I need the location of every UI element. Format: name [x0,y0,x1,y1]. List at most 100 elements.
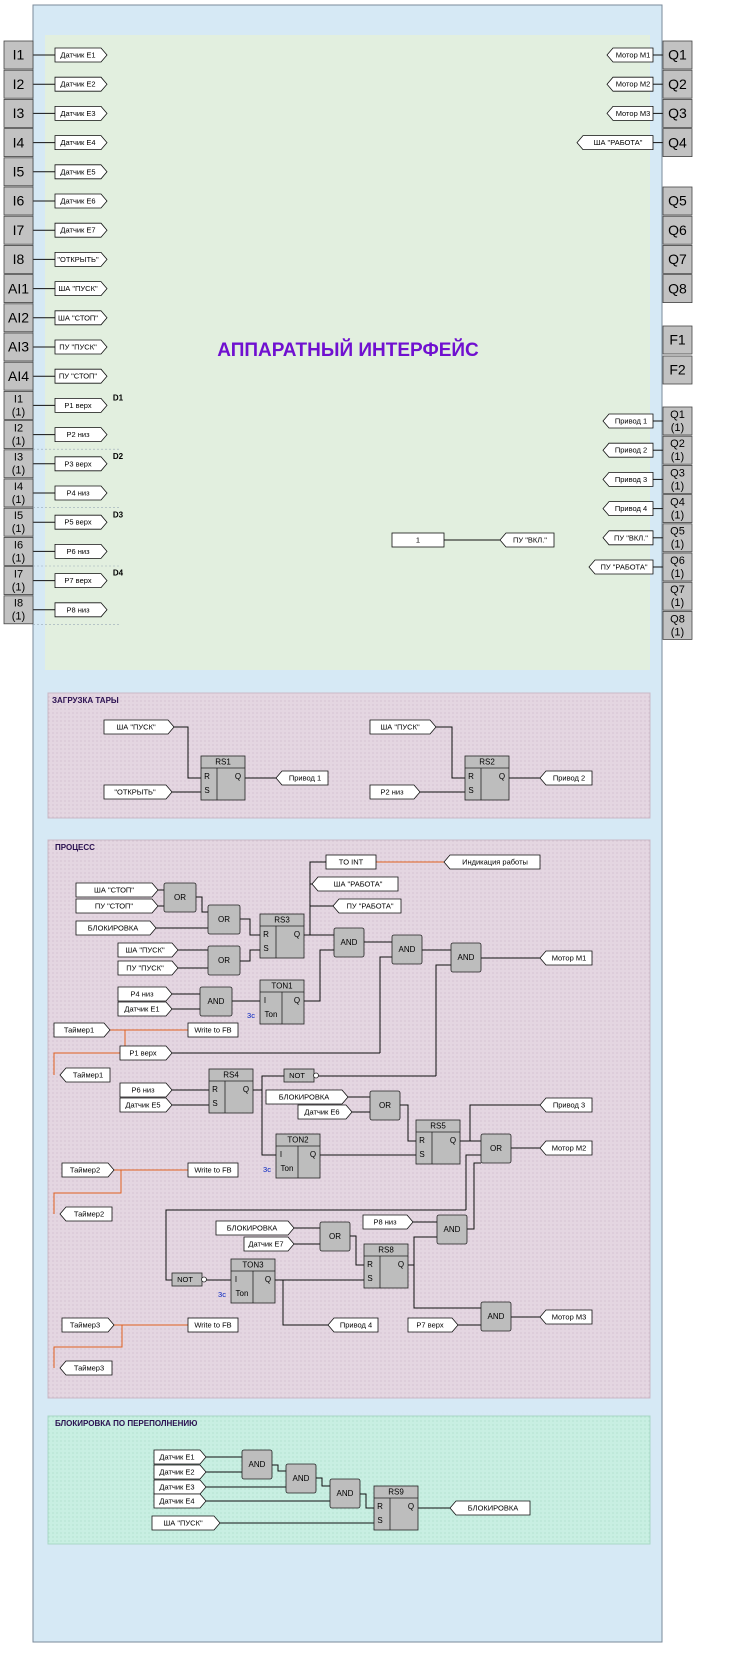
and-block-2-label: AND [208,997,225,1006]
input-tag-10-label: ША "СТОП" [58,313,98,322]
ext-input-pin-2-label: I2 [14,423,23,435]
diagram-root: АППАРАТНЫЙ ИНТЕРФЕЙС I1 I2 I3 I4 I5 I6 I7 I8 AI1 A… [0,0,732,1650]
tag-p4-label: P4 низ [130,989,154,998]
and-block-4-label: AND [458,953,475,962]
not-block-2-label: NOT [177,1275,193,1284]
ext-output-tag-6-label: ПУ "РАБОТА" [600,562,647,571]
ext-input-pin-5-sub: (1) [12,523,25,535]
tag-blokirovka-2-label: БЛОКИРОВКА [279,1092,329,1101]
tag-pu-rabota-label: ПУ "РАБОТА" [346,901,393,910]
ext-output-tag-1-label: Привод 1 [615,416,647,425]
tag-e7-label: Датчик E7 [248,1239,283,1248]
tag-privod-3-label: Привод 3 [553,1100,585,1109]
ton1-block-delay: 3с [247,1011,255,1020]
tag-sha-stop-label: ША "СТОП" [94,885,134,894]
load-tag-p2-label: P2 низ [380,787,404,796]
tag-indication-label: Индикация работы [462,857,528,866]
ton2-block-title: TON2 [287,1136,309,1145]
rs1-block-title: RS1 [215,758,231,767]
tag-e6-label: Датчик E6 [304,1107,339,1116]
tag-blokirovka-3-label: БЛОКИРОВКА [227,1223,277,1232]
rs4-block-title: RS4 [223,1071,239,1080]
ext-output-tag-2-label: Привод 2 [615,446,647,455]
ext-output-pin-2-sub: (1) [671,451,684,463]
block-tag-blokirovka-label: БЛОКИРОВКА [468,1503,518,1512]
ton1-block-title: TON1 [271,982,293,991]
input-tag-13-label: P1 верх [64,401,91,410]
load-tag-sha-pusk-2-label: ША "ПУСК" [380,722,420,731]
group-label-d1: D1 [113,394,124,403]
output-pin-q5-label: Q5 [668,193,687,209]
input-pin-ai4-label: AI4 [8,368,29,384]
ext-input-pin-6-sub: (1) [12,552,25,564]
and-block-1-label: AND [341,938,358,947]
section-title-process: ПРОЦЕСС [55,843,95,852]
fbd-diagram: АППАРАТНЫЙ ИНТЕРФЕЙСI1I2I3I4I5I6I7I8AI1A… [3,4,693,1643]
load-tag-otkryt-label: "ОТКРЫТЬ" [114,787,156,796]
write-fb-2-label: Write to FB [194,1165,231,1174]
ton2-block-i-pin: I [280,1150,282,1159]
output-pin-f1-label: F1 [669,332,686,348]
input-tag-15-label: P3 верх [64,459,91,468]
ext-input-pin-3-label: I3 [14,452,23,464]
tag-blokirovka-1-label: БЛОКИРОВКА [88,923,138,932]
group-label-d4: D4 [113,569,124,578]
input-pin-i1-label: I1 [13,47,25,63]
output-pin-q8-label: Q8 [668,280,687,296]
ton3-block-q-pin: Q [265,1275,271,1284]
ext-input-pin-2-sub: (1) [12,436,25,448]
ton1-block-i-pin: I [264,996,266,1005]
ext-output-pin-1-sub: (1) [671,422,684,434]
input-tag-19-label: P7 верх [64,576,91,585]
input-pin-i4-label: I4 [13,134,25,150]
input-pin-ai2-label: AI2 [8,310,29,326]
group-label-d3: D3 [113,510,124,519]
rs5-block-title: RS5 [430,1122,446,1131]
output-tag-1-label: Мотор M1 [616,50,651,59]
ext-input-pin-8-label: I8 [14,598,23,610]
block-tag-e2-label: Датчик E2 [159,1467,194,1476]
or-block-2-label: OR [218,915,230,924]
input-tag-11-label: ПУ "ПУСК" [59,342,97,351]
ton2-block-q-pin: Q [310,1150,316,1159]
not-block-1-label: NOT [289,1071,305,1080]
tag-motor-m1-label: Мотор M1 [552,953,587,962]
tag-privod-4-label: Привод 4 [340,1320,372,1329]
ext-output-pin-1-label: Q1 [670,409,685,421]
ext-output-pin-8-label: Q8 [670,613,685,625]
ext-output-tag-5-label: ПУ "ВКЛ." [614,533,648,542]
input-pin-ai1-label: AI1 [8,280,29,296]
tag-e5-label: Датчик E5 [125,1100,160,1109]
not-block-1-bubble [313,1072,319,1079]
tag-motor-m3-label: Мотор M3 [552,1312,587,1321]
ext-input-pin-4-label: I4 [14,481,23,493]
not-block-2-bubble [201,1276,207,1283]
ton1-block-ton-pin: Ton [265,1010,278,1019]
block-tag-e4-label: Датчик E4 [159,1496,194,1505]
or-block-3-label: OR [218,956,230,965]
input-pin-i6-label: I6 [13,193,25,209]
input-tag-17-label: P5 верх [64,518,91,527]
output-pin-q7-label: Q7 [668,251,687,267]
input-tag-4-label: Датчик E4 [60,138,95,147]
rs9-block-s-pin: S [377,1516,382,1525]
ton2-block-ton-pin: Ton [281,1164,294,1173]
tag-timer1-out-label: Таймер1 [73,1070,103,1079]
rs2-block-q-pin: Q [499,772,505,781]
rs1-block-q-pin: Q [235,772,241,781]
ext-output-pin-8-sub: (1) [671,626,684,638]
ext-output-pin-5-label: Q5 [670,526,685,538]
ext-output-tag-3-label: Привод 3 [615,475,647,484]
or-block-5-label: OR [490,1144,502,1153]
ext-input-pin-1-sub: (1) [12,406,25,418]
input-tag-7-label: Датчик E7 [60,226,95,235]
ton3-block-ton-pin: Ton [236,1289,249,1298]
rs3-block-r-pin: R [263,930,269,939]
input-tag-5-label: Датчик E5 [60,167,95,176]
load-tag-privod-1-label: Привод 1 [289,773,321,782]
rs1-block-r-pin: R [204,772,210,781]
tag-timer2-in-label: Таймер2 [70,1165,100,1174]
or-block-6-label: OR [329,1232,341,1241]
ext-output-pin-5-sub: (1) [671,539,684,551]
block-tag-e3-label: Датчик E3 [159,1482,194,1491]
